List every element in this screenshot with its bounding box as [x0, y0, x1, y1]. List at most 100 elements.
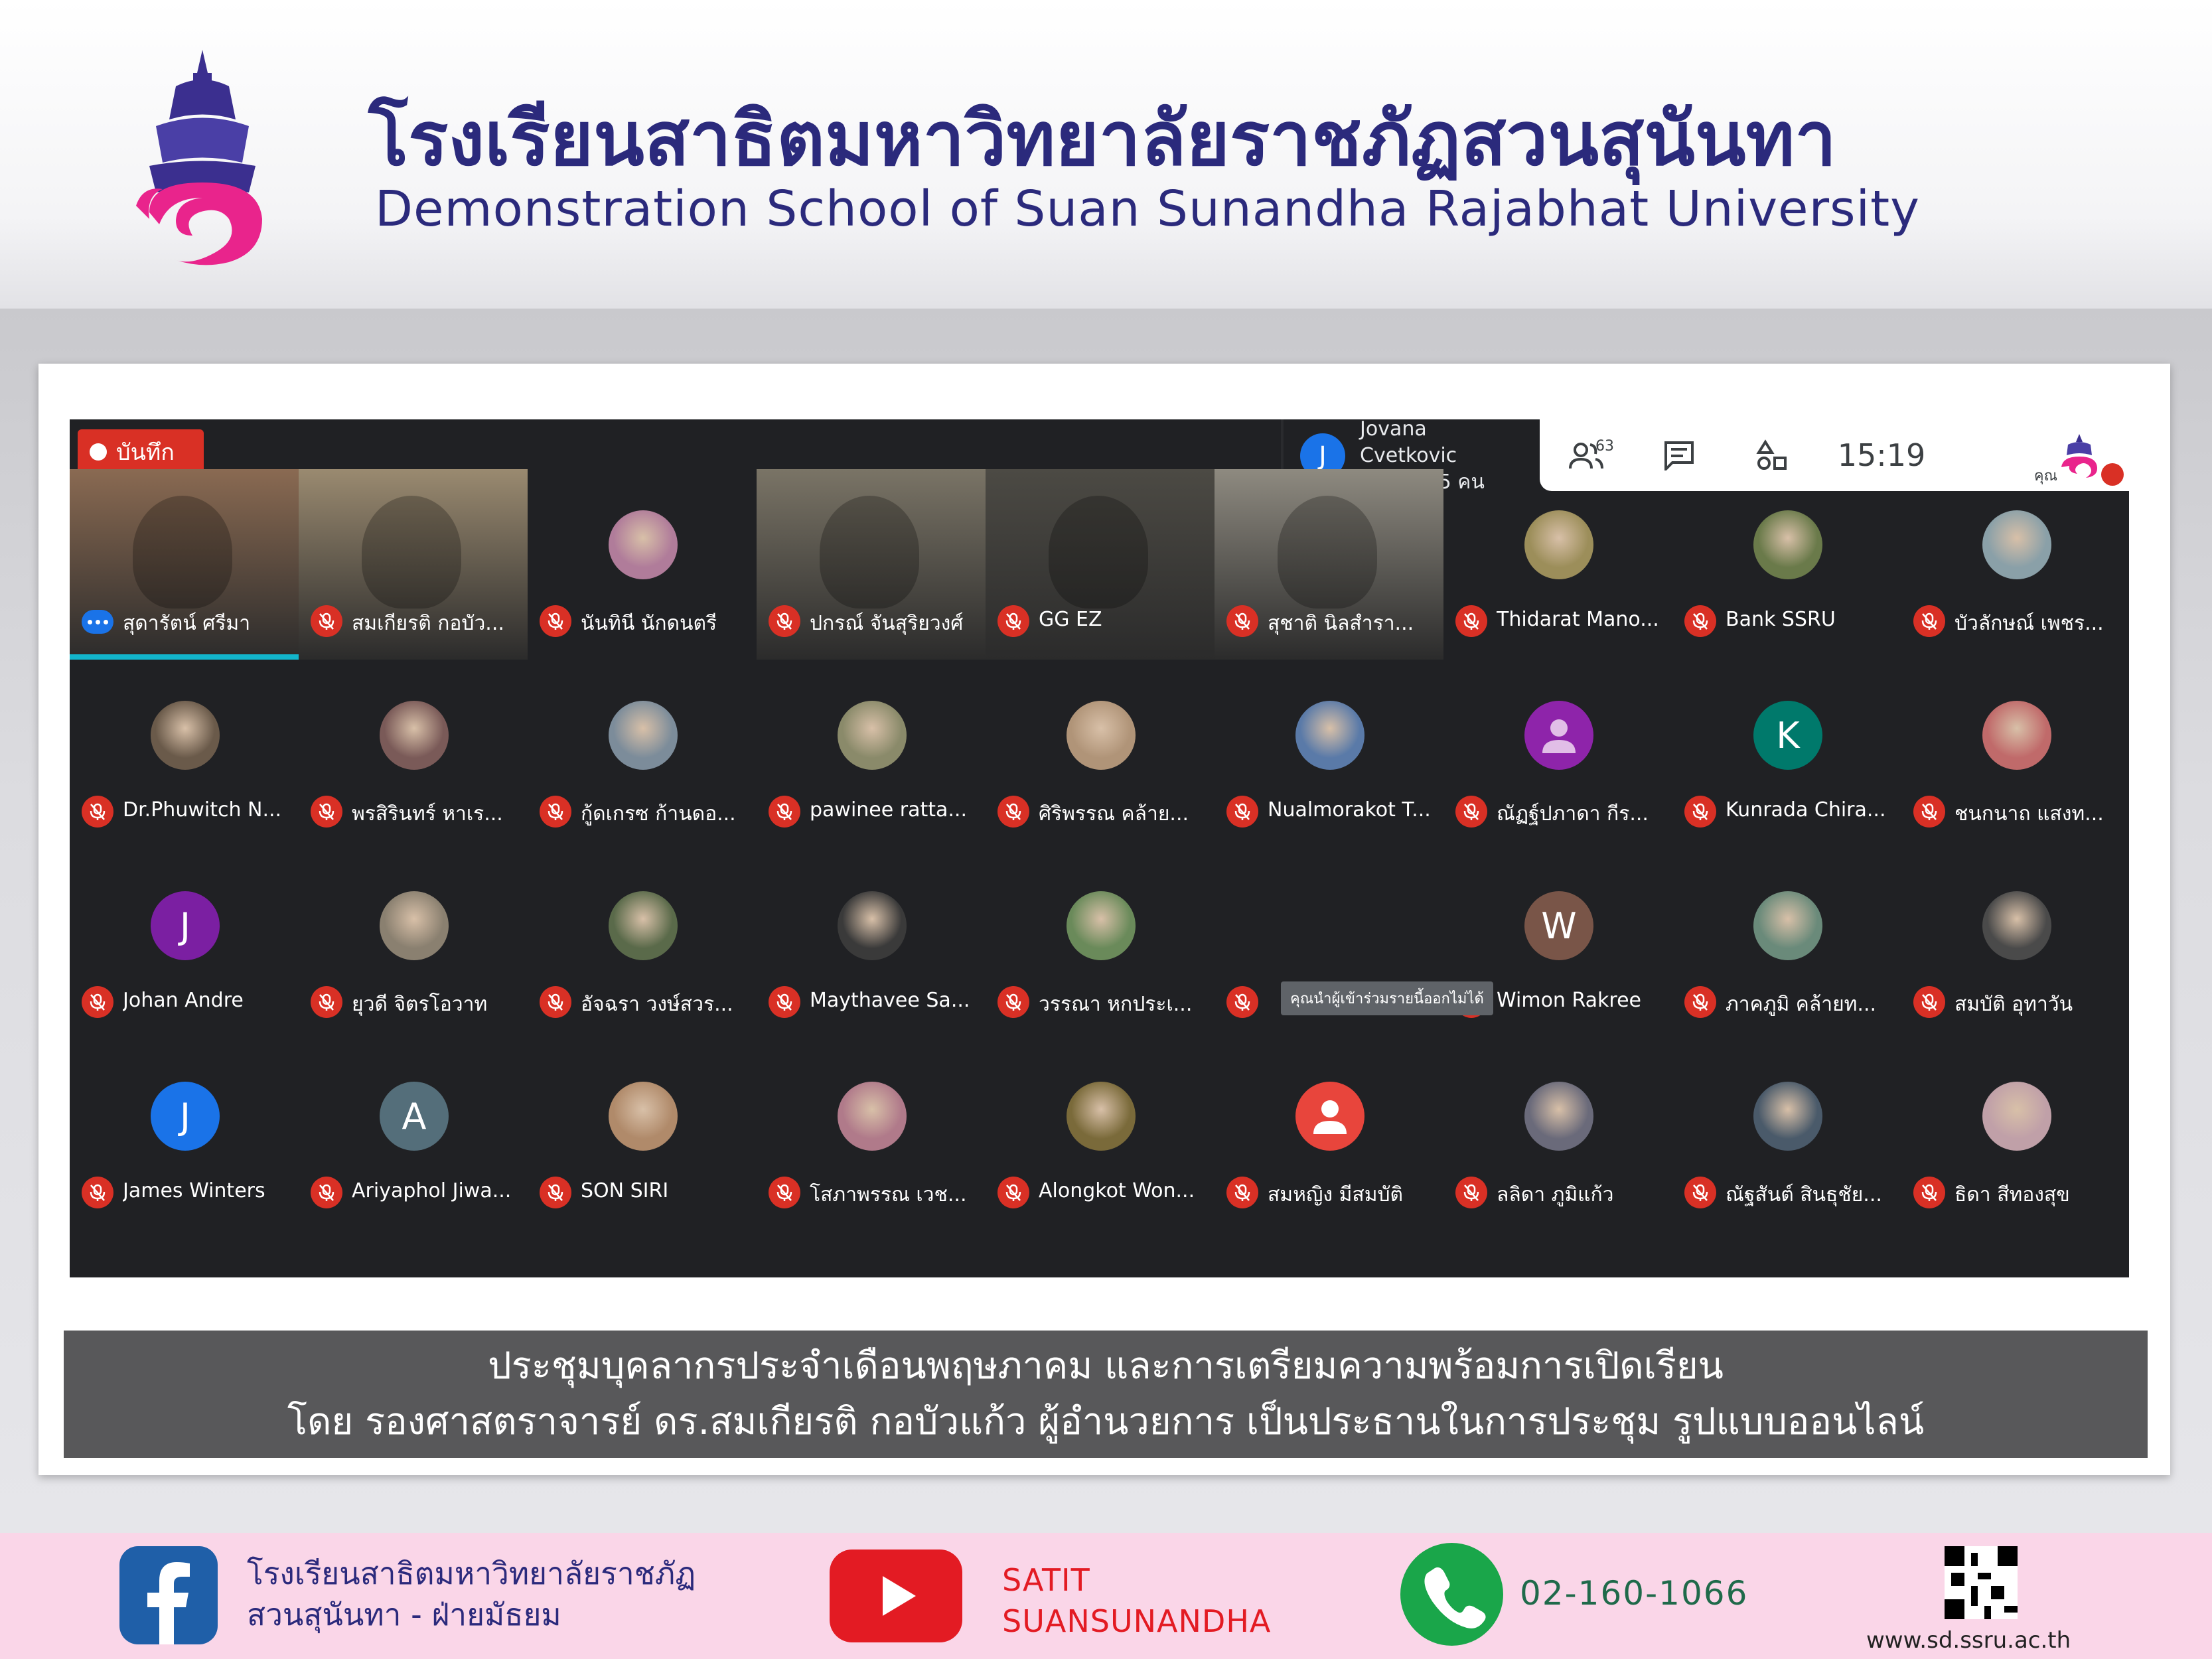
participant-avatar	[609, 1082, 678, 1151]
mic-off-icon	[1913, 796, 1945, 828]
participant-name: ศิริพรรณ คล้าย...	[1039, 802, 1189, 826]
mic-off-icon	[540, 605, 571, 637]
participant-avatar	[1524, 510, 1593, 579]
mic-off-icon	[540, 796, 571, 828]
participant-tile[interactable]: สมหญิง มีสมบัติ	[1215, 1041, 1443, 1231]
mic-off-icon	[82, 796, 113, 828]
mic-off-icon	[540, 1177, 571, 1208]
participant-name: ธิดา สีทองสุข	[1954, 1183, 2070, 1206]
meeting-clock: 15:19	[1837, 437, 1926, 473]
participant-tile[interactable]: SON SIRI	[528, 1041, 757, 1231]
participant-tile[interactable]: Thidarat Mano...	[1443, 469, 1672, 660]
page-header: โรงเรียนสาธิตมหาวิทยาลัยราชภัฏสวนสุนันทา…	[0, 0, 2212, 309]
participant-name: ณัฐสันต์ สินธุชัย...	[1726, 1183, 1882, 1206]
participant-tile[interactable]: ภาคภูมิ คล้ายท...	[1672, 850, 1901, 1041]
participant-avatar	[609, 701, 678, 770]
video-feed	[362, 496, 461, 609]
participant-tile[interactable]: ณัฏฐ์ปภาดา กีร...	[1443, 660, 1672, 850]
mic-off-icon	[769, 605, 800, 637]
participant-tile[interactable]: สมเกียรติ กอบัว...	[299, 469, 528, 660]
participant-avatar	[838, 1082, 907, 1151]
participant-tile[interactable]: นันทินี นักดนตรี	[528, 469, 757, 660]
participant-tile[interactable]: A Ariyaphol Jiwa...	[299, 1041, 528, 1231]
participant-name: ยุวดี จิตรโอวาท	[352, 993, 488, 1016]
participant-tile[interactable]: ยุวดี จิตรโอวาท	[299, 850, 528, 1041]
participant-tile[interactable]: โสภาพรรณ เวช...	[757, 1041, 986, 1231]
participant-name: วรรณา หกประเ...	[1039, 993, 1193, 1016]
mic-off-icon	[1684, 986, 1716, 1018]
participant-tile[interactable]: สุดารัตน์ ศรีมา	[70, 469, 299, 660]
participant-avatar	[1982, 1082, 2051, 1151]
participant-tile[interactable]: สมบัติ อุทาวัน	[1901, 850, 2129, 1041]
participant-tile[interactable]: ศิริพรรณ คล้าย...	[986, 660, 1215, 850]
participant-tile[interactable]: อัจฉรา วงษ์สวร...	[528, 850, 757, 1041]
participant-tile[interactable]: Nualmorakot T...	[1215, 660, 1443, 850]
participant-tile[interactable]: กู้ดเกรซ ก้านดอ...	[528, 660, 757, 850]
participant-avatar	[1982, 891, 2051, 960]
participant-avatar	[1524, 1082, 1593, 1151]
youtube-line-1: SATIT	[1002, 1562, 1090, 1598]
participant-avatar: J	[151, 891, 220, 960]
facebook-line-1: โรงเรียนสาธิตมหาวิทยาลัยราชภัฏ	[247, 1555, 696, 1591]
facebook-page-name[interactable]: โรงเรียนสาธิตมหาวิทยาลัยราชภัฏ สวนสุนันท…	[247, 1553, 696, 1635]
caption-line-1: ประชุมบุคลากรประจำเดือนพฤษภาคม และการเตร…	[488, 1344, 1724, 1388]
participant-name: ชนกนาถ แสงท...	[1954, 802, 2104, 826]
mic-off-icon	[82, 986, 113, 1018]
facebook-icon[interactable]	[119, 1546, 218, 1644]
participant-name: Johan Andre	[123, 989, 244, 1012]
participant-tile[interactable]: บัวลักษณ์ เพชร...	[1901, 469, 2129, 660]
participant-tile[interactable]: Alongkot Won...	[986, 1041, 1215, 1231]
participant-name: ณัฏฐ์ปภาดา กีร...	[1497, 802, 1649, 826]
participant-avatar: A	[380, 1082, 449, 1151]
phone-number[interactable]: 02-160-1066	[1520, 1574, 1748, 1613]
participant-tile[interactable]: สุชาติ นิลสำรา...	[1215, 469, 1443, 660]
participant-name: บัวลักษณ์ เพชร...	[1954, 612, 2104, 635]
participant-name: อัจฉรา วงษ์สวร...	[581, 993, 733, 1016]
participant-avatar	[609, 510, 678, 579]
participant-avatar	[1067, 891, 1136, 960]
mic-off-icon	[82, 1177, 113, 1208]
participant-name: สมเกียรติ กอบัว...	[352, 612, 504, 635]
participant-avatar	[1753, 1082, 1822, 1151]
participant-tile[interactable]: J James Winters	[70, 1041, 299, 1231]
phone-icon[interactable]	[1400, 1543, 1503, 1646]
participant-avatar	[151, 701, 220, 770]
mic-off-icon	[769, 1177, 800, 1208]
mic-off-icon	[769, 796, 800, 828]
mic-off-icon	[311, 986, 342, 1018]
participant-avatar	[838, 891, 907, 960]
participant-tile[interactable]: J Johan Andre	[70, 850, 299, 1041]
participant-tile[interactable]: K Kunrada Chira...	[1672, 660, 1901, 850]
mic-off-icon	[1455, 796, 1487, 828]
participant-tile[interactable]: Maythavee Sa...	[757, 850, 986, 1041]
recording-label: บันทึก	[116, 439, 175, 466]
mic-off-icon	[1226, 605, 1258, 637]
mic-off-icon	[1913, 986, 1945, 1018]
participant-tile[interactable]: วรรณา หกประเ...	[986, 850, 1215, 1041]
mic-off-icon	[1684, 796, 1716, 828]
mic-off-icon	[1455, 605, 1487, 637]
participant-tile[interactable]: GG EZ	[986, 469, 1215, 660]
participant-tile[interactable]: pawinee ratta...	[757, 660, 986, 850]
participant-tile[interactable]: ณัฐสันต์ สินธุชัย...	[1672, 1041, 1901, 1231]
youtube-channel-name[interactable]: SATIT SUANSUNANDHA	[1002, 1559, 1271, 1642]
participant-tile[interactable]: ธิดา สีทองสุข	[1901, 1041, 2129, 1231]
participant-avatar	[1753, 891, 1822, 960]
caption-box: ประชุมบุคลากรประจำเดือนพฤษภาคม และการเตร…	[64, 1331, 2148, 1458]
participant-tile[interactable]: ลลิดา ภูมิแก้ว	[1443, 1041, 1672, 1231]
recording-badge: บันทึก	[78, 429, 204, 474]
participant-tile[interactable]: ชนกนาถ แสงท...	[1901, 660, 2129, 850]
participant-tile[interactable]: Bank SSRU	[1672, 469, 1901, 660]
participant-tile[interactable]: พรสิรินทร์ หาเร...	[299, 660, 528, 850]
participant-avatar	[1067, 701, 1136, 770]
website-url[interactable]: www.sd.ssru.ac.th	[1866, 1627, 2071, 1654]
participant-tile[interactable]: ปกรณ์ จันสุริยวงศ์	[757, 469, 986, 660]
participant-name: Alongkot Won...	[1039, 1179, 1195, 1202]
mic-off-icon	[997, 1177, 1029, 1208]
participant-avatar	[1295, 701, 1364, 770]
meet-window: บันทึก J Jovana Cvetkovic และอีก 25 คน 6…	[70, 419, 2129, 1277]
mic-off-icon	[1455, 1177, 1487, 1208]
facebook-line-2: สวนสุนันทา - ฝ่ายมัธยม	[247, 1597, 561, 1632]
participant-tile[interactable]: Dr.Phuwitch N...	[70, 660, 299, 850]
youtube-icon[interactable]	[830, 1550, 962, 1642]
